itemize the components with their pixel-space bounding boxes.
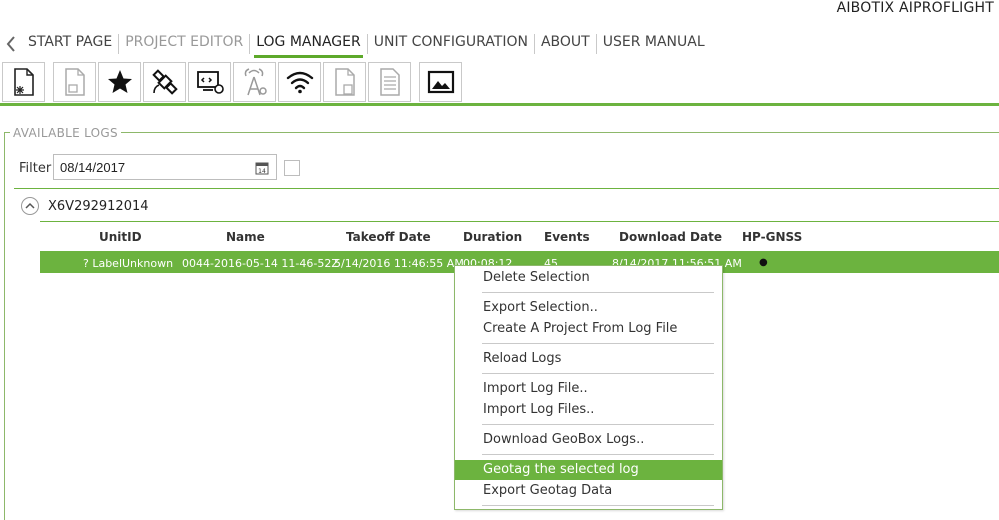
chevron-up-icon (25, 202, 35, 209)
column-header-download-date[interactable]: Download Date (619, 230, 722, 244)
menu-import-log-files[interactable]: Import Log Files.. (455, 400, 722, 420)
column-header-takeoff-date[interactable]: Takeoff Date (346, 230, 431, 244)
menu-separator (482, 292, 714, 293)
menu-separator (482, 505, 714, 506)
cell-takeoff-date: 5/14/2016 11:46:55 AM (334, 257, 464, 270)
group-collapse-button[interactable] (21, 197, 39, 215)
menu-download-geobox-logs[interactable]: Download GeoBox Logs.. (455, 430, 722, 450)
nav-user-manual[interactable]: USER MANUAL (597, 32, 711, 56)
group-divider (40, 221, 999, 222)
group-label: X6V292912014 (48, 199, 149, 214)
delete-file-icon (334, 68, 355, 96)
menu-export-selection[interactable]: Export Selection.. (455, 298, 722, 318)
toolbar (2, 62, 462, 102)
nav-about[interactable]: ABOUT (535, 32, 596, 56)
calendar-icon[interactable]: 14 (255, 161, 269, 175)
delete-file-button[interactable] (323, 62, 366, 102)
new-log-icon (13, 68, 34, 96)
column-header-name[interactable]: Name (226, 230, 265, 244)
nav-log-manager[interactable]: LOG MANAGER (250, 32, 367, 58)
nav-project-editor[interactable]: PROJECT EDITOR (119, 32, 249, 56)
menu-delete-selection[interactable]: Delete Selection (455, 268, 722, 288)
menu-import-log-file[interactable]: Import Log File.. (455, 379, 722, 399)
main-nav: START PAGE PROJECT EDITOR LOG MANAGER UN… (4, 32, 711, 58)
wifi-button[interactable] (278, 62, 321, 102)
filter-divider (14, 188, 999, 189)
satellite-button[interactable] (143, 62, 186, 102)
image-icon (427, 70, 454, 94)
filter-date-input[interactable] (53, 154, 277, 180)
cell-unitid: ? LabelUnknown (83, 257, 174, 270)
context-menu: Delete Selection Export Selection.. Crea… (454, 265, 723, 510)
favorite-button[interactable] (98, 62, 141, 102)
menu-separator (482, 424, 714, 425)
calendar-day: 14 (258, 168, 266, 175)
satellite-icon (151, 69, 178, 95)
column-header-hp-gnss[interactable]: HP-GNSS (742, 230, 802, 244)
image-button[interactable] (419, 62, 462, 102)
filter-checkbox[interactable] (284, 160, 300, 176)
wifi-icon (286, 71, 313, 94)
star-icon (107, 70, 132, 93)
app-title: AIBOTIX AIPROFLIGHT (836, 0, 994, 16)
column-header-events[interactable]: Events (544, 230, 590, 244)
document-button[interactable] (368, 62, 411, 102)
column-header-unitid[interactable]: UnitID (99, 230, 142, 244)
menu-reload-logs[interactable]: Reload Logs (455, 349, 722, 369)
document-icon (379, 68, 400, 96)
save-log-button[interactable] (53, 62, 96, 102)
column-header-duration[interactable]: Duration (463, 230, 522, 244)
save-log-icon (64, 68, 85, 96)
filter-label: Filter (19, 161, 52, 176)
new-log-button[interactable] (2, 62, 45, 102)
device-settings-button[interactable] (188, 62, 231, 102)
menu-geotag-selected[interactable]: Geotag the selected log (455, 460, 722, 480)
cell-name: 0044-2016-05-14 11-46-52Z (182, 257, 339, 270)
menu-separator (482, 373, 714, 374)
nav-start-page[interactable]: START PAGE (22, 32, 118, 56)
menu-separator (482, 454, 714, 455)
menu-export-geotag-data[interactable]: Export Geotag Data (455, 481, 722, 501)
back-chevron-icon[interactable] (4, 34, 18, 54)
antenna-settings-button[interactable] (233, 62, 276, 102)
device-settings-icon (196, 71, 224, 94)
cell-hp-gnss-dot: ● (759, 257, 768, 268)
nav-unit-configuration[interactable]: UNIT CONFIGURATION (368, 32, 534, 56)
menu-create-project[interactable]: Create A Project From Log File (455, 319, 722, 339)
antenna-settings-icon (244, 68, 267, 96)
menu-separator (482, 343, 714, 344)
toolbar-divider (0, 103, 999, 106)
section-legend: AVAILABLE LOGS (10, 126, 121, 140)
